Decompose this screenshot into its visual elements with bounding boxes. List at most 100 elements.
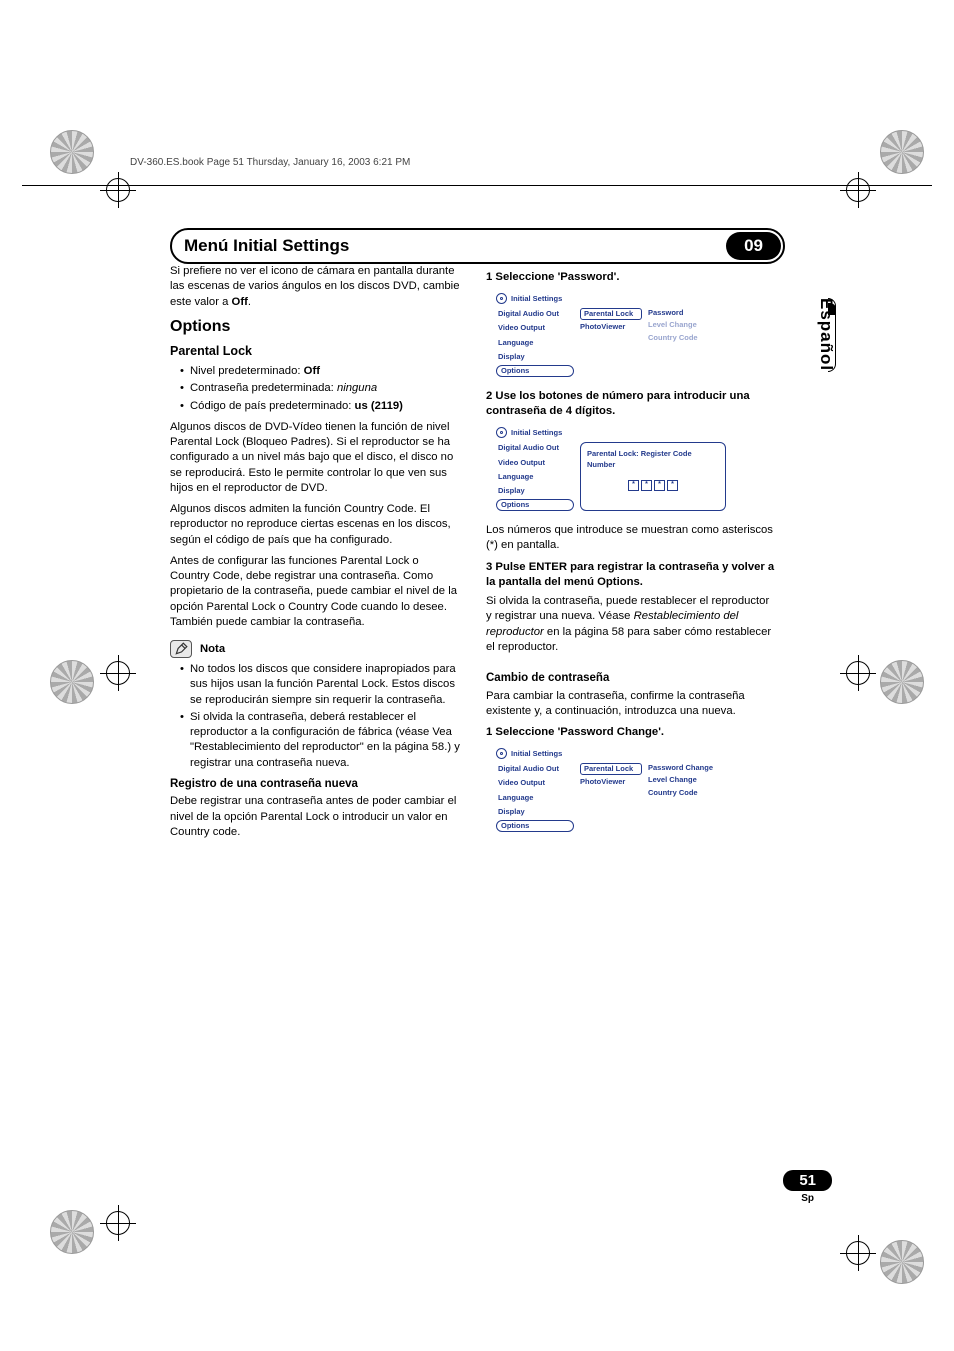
code-digit: * bbox=[654, 480, 665, 491]
crop-mark bbox=[840, 655, 876, 691]
registration-mark bbox=[880, 1240, 924, 1284]
crop-mark bbox=[840, 172, 876, 208]
angle-intro: Si prefiere no ver el icono de cámara en… bbox=[170, 264, 460, 310]
frame-rule bbox=[22, 185, 932, 186]
osd-screenshot-password: Initial Settings Digital Audio Out Video… bbox=[496, 293, 726, 377]
text-bold: Off bbox=[232, 296, 248, 308]
text-bold: Off bbox=[304, 365, 320, 377]
code-digit: * bbox=[641, 480, 652, 491]
crop-mark bbox=[840, 1235, 876, 1271]
registration-mark bbox=[50, 130, 94, 174]
osd-title-text: Initial Settings bbox=[511, 749, 562, 759]
defaults-list: Nivel predeterminado: Off Contraseña pre… bbox=[180, 364, 460, 414]
text: Código de país predeterminado: bbox=[190, 400, 355, 412]
parental-para-2: Algunos discos admiten la función Countr… bbox=[170, 502, 460, 548]
osd-menu-item: Language bbox=[496, 337, 574, 349]
forgot-password-para: Si olvida la contraseña, puede restablec… bbox=[486, 594, 776, 655]
parental-lock-heading: Parental Lock bbox=[170, 343, 460, 360]
osd-menu-item: Video Output bbox=[496, 777, 574, 789]
code-digit: * bbox=[628, 480, 639, 491]
registration-mark bbox=[880, 130, 924, 174]
step-3: 3 Pulse ENTER para registrar la contrase… bbox=[486, 560, 776, 591]
osd-menu-item: Language bbox=[496, 471, 574, 483]
osd-menu-item: PhotoViewer bbox=[580, 322, 642, 332]
left-column: Si prefiere no ver el icono de cámara en… bbox=[170, 264, 460, 846]
osd-menu-item: Display bbox=[496, 806, 574, 818]
note-label: Nota bbox=[200, 642, 225, 657]
osd-menu-item-selected: Options bbox=[496, 820, 574, 832]
disc-icon bbox=[496, 293, 507, 304]
text: Si prefiere no ver el icono de cámara en… bbox=[170, 265, 459, 308]
page-number-block: 51 Sp bbox=[783, 1170, 832, 1204]
chapter-number: 09 bbox=[726, 232, 781, 260]
right-column: 1 Seleccione 'Password'. Initial Setting… bbox=[486, 264, 776, 846]
osd-menu-item-selected: Options bbox=[496, 365, 574, 377]
code-digit: * bbox=[667, 480, 678, 491]
step-1-change: 1 Seleccione 'Password Change'. bbox=[486, 725, 776, 740]
chapter-title: Menú Initial Settings bbox=[174, 232, 726, 260]
osd-screenshot-register-code: Initial Settings Digital Audio Out Video… bbox=[496, 427, 726, 511]
list-item: Código de país predeterminado: us (2119) bbox=[180, 399, 460, 414]
note-header: Nota bbox=[170, 640, 460, 658]
osd-left-menu: Digital Audio Out Video Output Language … bbox=[496, 763, 574, 832]
change-password-heading: Cambio de contraseña bbox=[486, 671, 776, 687]
osd-menu-item-selected: Parental Lock bbox=[580, 308, 642, 320]
osd-screenshot-password-change: Initial Settings Digital Audio Out Video… bbox=[496, 748, 726, 832]
note-list: No todos los discos que considere inapro… bbox=[180, 662, 460, 771]
list-item: Si olvida la contraseña, deberá restable… bbox=[180, 710, 460, 771]
osd-right-menu: Password Level Change Country Code bbox=[648, 308, 726, 377]
chapter-header: Menú Initial Settings 09 bbox=[170, 228, 785, 264]
osd-menu-item: Digital Audio Out bbox=[496, 442, 574, 454]
list-item: No todos los discos que considere inapro… bbox=[180, 662, 460, 708]
osd-menu-item-dim: Level Change bbox=[648, 320, 726, 330]
osd-menu-item: Password Change bbox=[648, 763, 726, 773]
note-icon bbox=[170, 640, 192, 658]
page-number: 51 bbox=[783, 1170, 832, 1191]
parental-para-3: Antes de configurar las funciones Parent… bbox=[170, 554, 460, 630]
crop-mark bbox=[100, 172, 136, 208]
registration-mark bbox=[50, 1210, 94, 1254]
osd-menu-item: Password bbox=[648, 308, 726, 318]
osd-menu-item: Digital Audio Out bbox=[496, 763, 574, 775]
osd-right-menu: Password Change Level Change Country Cod… bbox=[648, 763, 726, 832]
osd-menu-item: PhotoViewer bbox=[580, 777, 642, 787]
asterisk-note: Los números que introduce se muestran co… bbox=[486, 523, 776, 554]
osd-menu-item: Display bbox=[496, 351, 574, 363]
osd-mid-menu: Parental Lock PhotoViewer bbox=[580, 308, 642, 377]
page-lang-code: Sp bbox=[783, 1193, 832, 1204]
step-2: 2 Use los botones de número para introdu… bbox=[486, 389, 776, 420]
osd-mid-menu: Parental Lock PhotoViewer bbox=[580, 763, 642, 832]
osd-menu-item: Display bbox=[496, 485, 574, 497]
osd-box-title: Parental Lock: Register Code Number bbox=[587, 449, 719, 469]
osd-menu-item: Country Code bbox=[648, 788, 726, 798]
register-password-heading: Registro de una contraseña nueva bbox=[170, 777, 460, 793]
list-item: Contraseña predeterminada: ninguna bbox=[180, 381, 460, 396]
options-heading: Options bbox=[170, 316, 460, 338]
osd-menu-item: Level Change bbox=[648, 775, 726, 785]
registration-mark bbox=[50, 660, 94, 704]
change-password-para: Para cambiar la contraseña, confirme la … bbox=[486, 689, 776, 720]
text: Contraseña predeterminada: bbox=[190, 382, 337, 394]
osd-code-digits: * * * * bbox=[587, 480, 719, 491]
osd-menu-item-selected: Options bbox=[496, 499, 574, 511]
osd-left-menu: Digital Audio Out Video Output Language … bbox=[496, 308, 574, 377]
osd-title-text: Initial Settings bbox=[511, 428, 562, 438]
osd-menu-item: Language bbox=[496, 792, 574, 804]
text-bold: us (2119) bbox=[355, 400, 403, 412]
disc-icon bbox=[496, 748, 507, 759]
running-header: DV-360.ES.book Page 51 Thursday, January… bbox=[130, 157, 824, 168]
osd-title-text: Initial Settings bbox=[511, 294, 562, 304]
osd-menu-item: Video Output bbox=[496, 322, 574, 334]
language-tab: Español bbox=[816, 298, 836, 371]
registration-mark bbox=[880, 660, 924, 704]
text-italic: ninguna bbox=[337, 382, 377, 394]
crop-mark bbox=[100, 1205, 136, 1241]
parental-para-1: Algunos discos de DVD-Vídeo tienen la fu… bbox=[170, 420, 460, 496]
list-item: Nivel predeterminado: Off bbox=[180, 364, 460, 379]
disc-icon bbox=[496, 427, 507, 438]
text: . bbox=[248, 296, 251, 308]
text: Nivel predeterminado: bbox=[190, 365, 304, 377]
step-1: 1 Seleccione 'Password'. bbox=[486, 270, 776, 285]
osd-menu-item: Video Output bbox=[496, 457, 574, 469]
osd-menu-item-dim: Country Code bbox=[648, 333, 726, 343]
